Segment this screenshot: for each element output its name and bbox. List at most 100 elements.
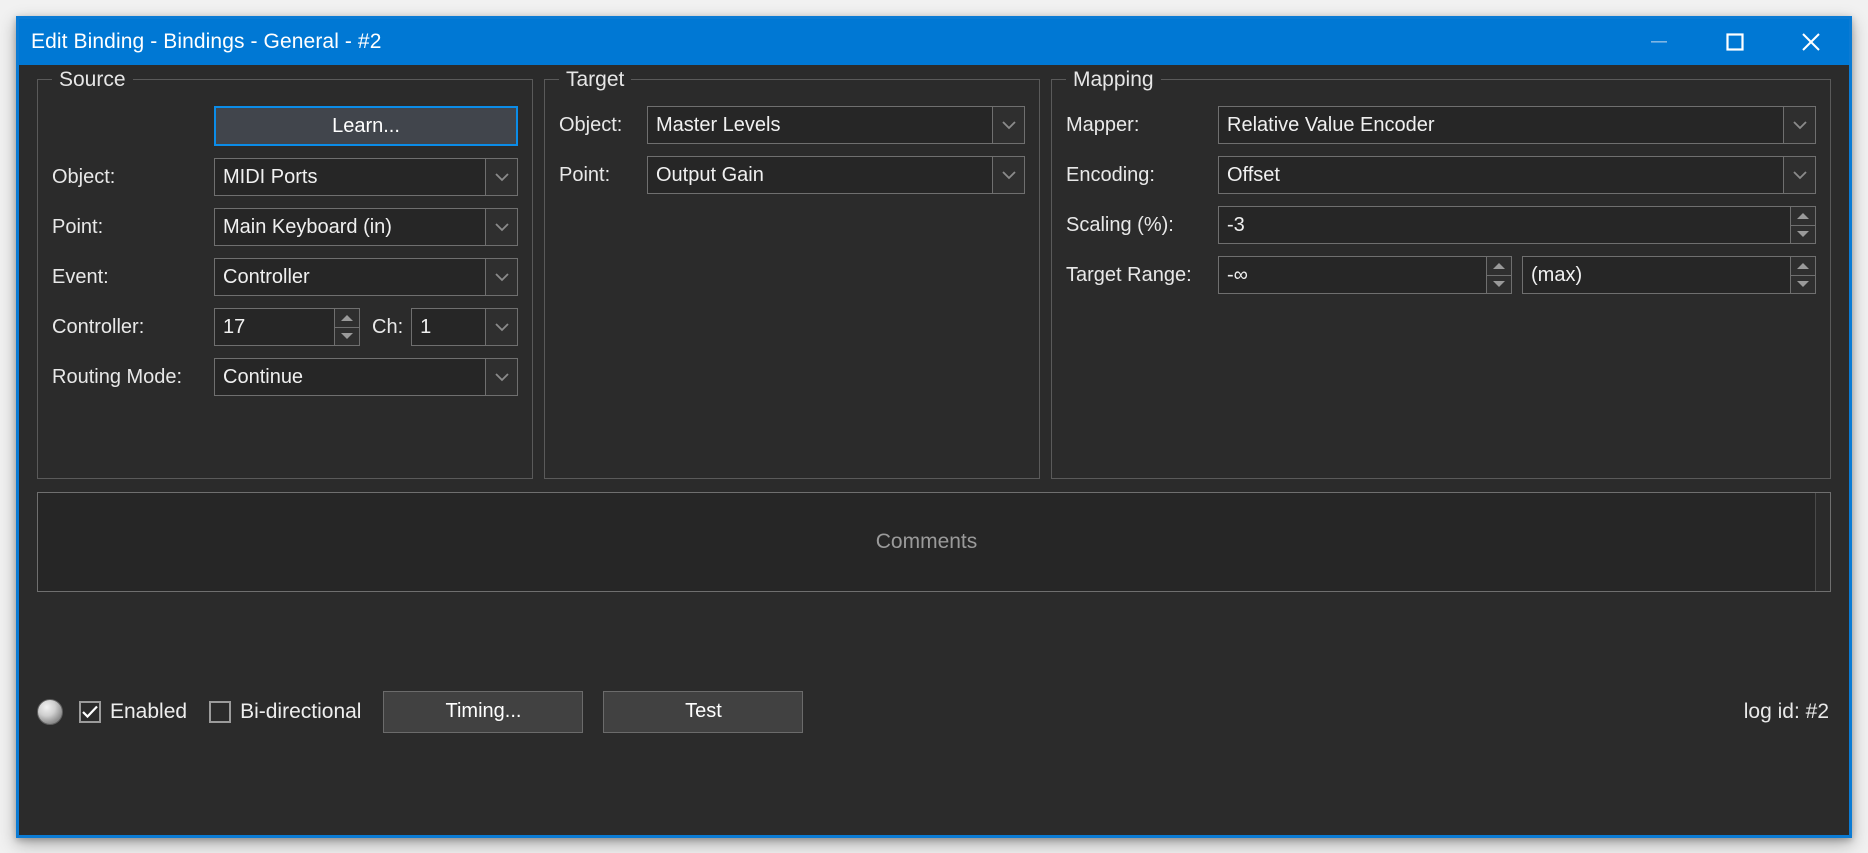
maximize-button[interactable]: [1697, 19, 1773, 65]
enabled-checkbox-box[interactable]: [79, 700, 101, 723]
target-point-value[interactable]: Output Gain: [647, 156, 992, 194]
target-range-max-spinner-buttons: [1790, 256, 1816, 294]
spinner-down-icon[interactable]: [1790, 224, 1816, 244]
mapping-panel-legend: Mapping: [1066, 67, 1161, 93]
controller-number-spinner[interactable]: 17: [214, 308, 360, 346]
source-routing-mode-label: Routing Mode:: [52, 365, 183, 388]
comments-scrollbar[interactable]: [1815, 493, 1830, 591]
mapping-target-range-row: Target Range: -∞ (max): [1066, 256, 1816, 294]
mapping-scaling-spinner[interactable]: -3: [1218, 206, 1816, 244]
chevron-down-icon[interactable]: [1783, 106, 1816, 144]
spinner-up-icon[interactable]: [1486, 256, 1512, 275]
mapping-scaling-label: Scaling (%):: [1066, 213, 1174, 236]
mapping-mapper-label: Mapper:: [1066, 113, 1140, 136]
source-panel-legend: Source: [52, 67, 133, 93]
chevron-down-icon[interactable]: [485, 358, 518, 396]
source-event-value[interactable]: Controller: [214, 258, 485, 296]
target-point-combobox[interactable]: Output Gain: [647, 156, 1025, 194]
target-range-min-value[interactable]: -∞: [1218, 256, 1486, 294]
minimize-button[interactable]: [1621, 19, 1697, 65]
source-controller-row: Controller: 17 Ch: 1: [52, 308, 518, 346]
mapping-encoding-value[interactable]: Offset: [1218, 156, 1783, 194]
controller-number-value[interactable]: 17: [214, 308, 334, 346]
spinner-up-icon[interactable]: [1790, 256, 1816, 275]
source-event-label: Event:: [52, 265, 109, 288]
maximize-icon: [1724, 31, 1746, 53]
chevron-down-icon[interactable]: [485, 258, 518, 296]
source-point-value[interactable]: Main Keyboard (in): [214, 208, 485, 246]
mapping-scaling-row: Scaling (%): -3: [1066, 206, 1816, 244]
chevron-down-icon[interactable]: [485, 308, 518, 346]
mapping-encoding-row: Encoding: Offset: [1066, 156, 1816, 194]
comments-placeholder: Comments: [875, 530, 978, 553]
target-range-min-spinner[interactable]: -∞: [1218, 256, 1512, 294]
source-channel-combobox[interactable]: 1: [411, 308, 518, 346]
bidirectional-checkbox[interactable]: Bi-directional: [209, 700, 361, 724]
enabled-checkbox[interactable]: Enabled: [79, 700, 187, 724]
mapping-encoding-combobox[interactable]: Offset: [1218, 156, 1816, 194]
source-panel: Source Learn... Object: MIDI Ports Point…: [37, 67, 533, 479]
mapping-mapper-combobox[interactable]: Relative Value Encoder: [1218, 106, 1816, 144]
close-icon: [1799, 30, 1823, 54]
spinner-down-icon[interactable]: [1486, 274, 1512, 294]
bidirectional-checkbox-box[interactable]: [209, 700, 232, 723]
target-object-row: Object: Master Levels: [559, 106, 1025, 144]
close-button[interactable]: [1773, 19, 1849, 65]
spinner-up-icon[interactable]: [1790, 206, 1816, 225]
controller-spinner-buttons: [334, 308, 360, 346]
spinner-down-icon[interactable]: [1790, 274, 1816, 294]
log-id-label: log id: #2: [1743, 699, 1829, 723]
source-event-combobox[interactable]: Controller: [214, 258, 518, 296]
target-object-combobox[interactable]: Master Levels: [647, 106, 1025, 144]
learn-row: Learn...: [52, 106, 518, 146]
mapping-mapper-value[interactable]: Relative Value Encoder: [1218, 106, 1783, 144]
chevron-down-icon[interactable]: [992, 156, 1025, 194]
source-object-combobox[interactable]: MIDI Ports: [214, 158, 518, 196]
mapping-mapper-row: Mapper: Relative Value Encoder: [1066, 106, 1816, 144]
target-point-row: Point: Output Gain: [559, 156, 1025, 194]
target-object-value[interactable]: Master Levels: [647, 106, 992, 144]
chevron-down-icon[interactable]: [992, 106, 1025, 144]
timing-button[interactable]: Timing...: [383, 690, 584, 733]
comments-field[interactable]: Comments: [37, 492, 1831, 592]
source-object-label: Object:: [52, 165, 116, 188]
chevron-down-icon[interactable]: [1783, 156, 1816, 194]
bidirectional-checkbox-label: Bi-directional: [240, 699, 362, 723]
source-object-value[interactable]: MIDI Ports: [214, 158, 485, 196]
enabled-checkbox-label: Enabled: [110, 699, 188, 723]
source-controller-label: Controller:: [52, 315, 145, 338]
target-object-label: Object:: [559, 113, 623, 136]
mapping-scaling-value[interactable]: -3: [1218, 206, 1790, 244]
dialog-footer: Enabled Bi-directional Timing... Test lo…: [37, 592, 1831, 835]
target-panel-legend: Target: [559, 67, 632, 93]
mapping-target-range-label: Target Range:: [1066, 263, 1192, 286]
window-controls: [1621, 19, 1849, 65]
source-routing-mode-combobox[interactable]: Continue: [214, 358, 518, 396]
window-title: Edit Binding - Bindings - General - #2: [31, 30, 382, 53]
spinner-down-icon[interactable]: [334, 326, 360, 346]
status-led-icon: [37, 698, 63, 725]
target-range-min-spinner-buttons: [1486, 256, 1512, 294]
mapping-encoding-label: Encoding:: [1066, 163, 1155, 186]
source-point-label: Point:: [52, 215, 104, 238]
source-channel-value[interactable]: 1: [411, 308, 485, 346]
minimize-icon: [1649, 36, 1669, 48]
source-routing-mode-value[interactable]: Continue: [214, 358, 485, 396]
edit-binding-window: Edit Binding - Bindings - General - #2 S…: [16, 16, 1852, 838]
mapping-panel: Mapping Mapper: Relative Value Encoder E…: [1051, 67, 1831, 479]
source-channel-label: Ch:: [372, 315, 404, 338]
target-range-max-spinner[interactable]: (max): [1522, 256, 1816, 294]
target-range-max-value[interactable]: (max): [1522, 256, 1790, 294]
source-routing-mode-row: Routing Mode: Continue: [52, 358, 518, 396]
target-point-label: Point:: [559, 163, 611, 186]
test-button[interactable]: Test: [603, 690, 804, 733]
source-event-row: Event: Controller: [52, 258, 518, 296]
learn-button[interactable]: Learn...: [214, 106, 518, 146]
scaling-spinner-buttons: [1790, 206, 1816, 244]
target-panel: Target Object: Master Levels Point: Outp…: [544, 67, 1040, 479]
window-titlebar[interactable]: Edit Binding - Bindings - General - #2: [19, 19, 1849, 65]
chevron-down-icon[interactable]: [485, 208, 518, 246]
chevron-down-icon[interactable]: [485, 158, 518, 196]
source-point-combobox[interactable]: Main Keyboard (in): [214, 208, 518, 246]
spinner-up-icon[interactable]: [334, 308, 360, 327]
